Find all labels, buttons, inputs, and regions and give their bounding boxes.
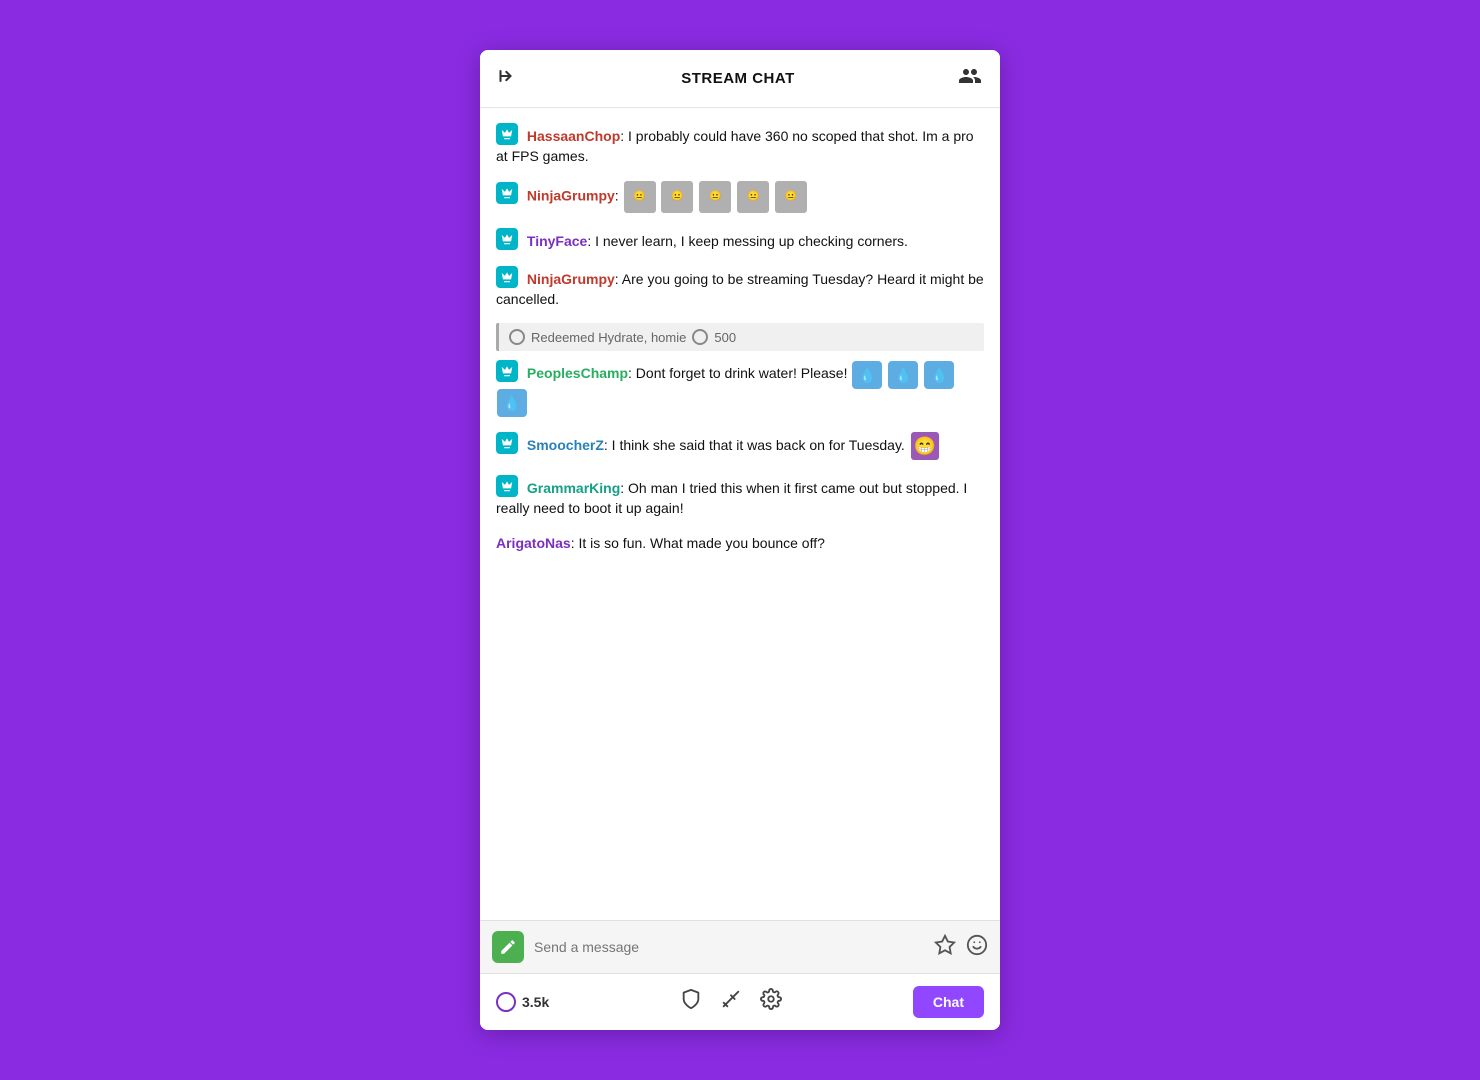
emote-water-1: 💧 [852,361,882,389]
badge-smoocherz [496,432,518,454]
badge-hassaanchop [496,123,518,145]
redemption-points: 500 [714,330,736,345]
username-peopleschamp[interactable]: PeoplesChamp [527,365,628,381]
message-text-6: : I think she said that it was back on f… [604,437,909,453]
emote-water-3: 💧 [924,361,954,389]
sword-icon[interactable] [720,988,742,1016]
badge-ninjagrumpy-2 [496,266,518,288]
bits-icon[interactable] [934,934,956,961]
emote-face-4: 😐 [737,181,769,213]
emote-purple-1: 😁 [911,432,939,460]
username-smoocherz[interactable]: SmoocherZ [527,437,604,453]
pencil-icon [492,931,524,963]
footer-icons [680,988,782,1016]
emote-face-1: 😐 [624,181,656,213]
message-1: HassaanChop: I probably could have 360 n… [496,122,984,167]
message-5: PeoplesChamp: Dont forget to drink water… [496,359,984,416]
badge-ninjagrumpy-1 [496,182,518,204]
username-ninjagrumpy-1[interactable]: NinjaGrumpy [527,187,615,203]
emote-icon[interactable] [966,934,988,961]
username-ninjagrumpy-2[interactable]: NinjaGrumpy [527,271,615,287]
username-tinyface[interactable]: TinyFace [527,233,587,249]
message-text-5: : Dont forget to drink water! Please! [628,365,851,381]
message-input[interactable] [534,939,924,955]
emote-water-2: 💧 [888,361,918,389]
coin-icon-2 [692,329,708,345]
badge-tinyface [496,228,518,250]
message-text-8: : It is so fun. What made you bounce off… [571,535,825,551]
messages-area: HassaanChop: I probably could have 360 n… [480,108,1000,920]
shield-icon[interactable] [680,988,702,1016]
username-arigatonas[interactable]: ArigatoNas [496,535,571,551]
chat-header: STREAM CHAT [480,50,1000,108]
message-colon-2: : [615,187,623,203]
message-4: NinjaGrumpy: Are you going to be streami… [496,265,984,310]
message-6: SmoocherZ: I think she said that it was … [496,431,984,460]
message-3: TinyFace: I never learn, I keep messing … [496,227,984,251]
badge-peopleschamp [496,360,518,382]
message-2: NinjaGrumpy: 😐 😐 😐 😐 😐 [496,181,984,213]
message-8: ArigatoNas: It is so fun. What made you … [496,533,984,553]
chat-footer: 3.5k Cha [480,973,1000,1030]
redemption-text: Redeemed Hydrate, homie [531,330,686,345]
viewer-count: 3.5k [496,992,549,1012]
redemption-bar: Redeemed Hydrate, homie 500 [496,323,984,351]
emote-face-5: 😐 [775,181,807,213]
settings-icon[interactable] [760,988,782,1016]
emote-water-4: 💧 [497,389,527,417]
message-input-area [480,920,1000,973]
emote-face-2: 😐 [661,181,693,213]
viewer-count-text: 3.5k [522,994,549,1010]
input-actions [934,934,988,961]
badge-grammarking [496,475,518,497]
header-title: STREAM CHAT [681,70,795,87]
emote-face-3: 😐 [699,181,731,213]
collapse-icon[interactable] [498,66,518,91]
username-grammarking[interactable]: GrammarKing [527,480,620,496]
message-7: GrammarKing: Oh man I tried this when it… [496,474,984,519]
username-hassaanchop[interactable]: HassaanChop [527,128,620,144]
chat-button[interactable]: Chat [913,986,984,1018]
chat-panel: STREAM CHAT HassaanChop: I probably coul… [480,50,1000,1030]
coin-icon [509,329,525,345]
message-text-3: : I never learn, I keep messing up check… [587,233,908,249]
viewer-count-icon [496,992,516,1012]
users-icon[interactable] [958,64,982,93]
